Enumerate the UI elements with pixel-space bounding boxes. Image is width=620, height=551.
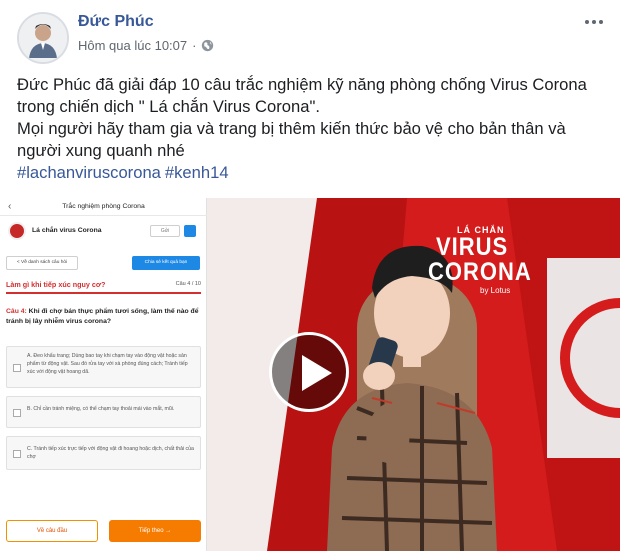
answer-option: A. Đeo khẩu trang; Dùng bao tay khi chạm…	[6, 346, 201, 388]
campaign-logo	[8, 222, 26, 240]
logo-sponsor-text: by Lotus	[480, 286, 511, 295]
post-timestamp[interactable]: Hôm qua lúc 10:07	[78, 38, 187, 53]
first-question-button: Về câu đầu	[6, 520, 98, 542]
hashtag-link[interactable]: #lachanviruscorona	[17, 163, 161, 182]
quiz-screenshot: ‹ Trắc nghiệm phòng Corona Lá chắn virus…	[0, 198, 207, 551]
more-dot	[585, 20, 589, 24]
question-body: Khi đi chợ bán thực phẩm tươi sống, làm …	[6, 308, 199, 325]
section-title: Làm gì khi tiếp xúc nguy cơ?	[6, 280, 106, 289]
post-media[interactable]: ‹ Trắc nghiệm phòng Corona Lá chắn virus…	[0, 198, 620, 551]
share-chip: Gửi	[150, 225, 180, 237]
quiz-section-header: Làm gì khi tiếp xúc nguy cơ? Câu 4 / 10	[6, 280, 201, 294]
quiz-footer: Về câu đầu Tiếp theo →	[6, 520, 201, 542]
author-avatar[interactable]	[17, 12, 69, 64]
quiz-campaign: Lá chắn virus Corona Gửi	[0, 219, 207, 245]
quiz-actions: < Về danh sách câu hỏi Chia sẻ kết quả b…	[0, 256, 207, 274]
answer-text: B. Chỉ cần tránh miệng, có thể chạm tay …	[27, 406, 175, 412]
answer-option: B. Chỉ cần tránh miệng, có thể chạm tay …	[6, 396, 201, 428]
quiz-title: Trắc nghiệm phòng Corona	[62, 203, 145, 210]
answer-checkbox	[13, 450, 21, 458]
campaign-name: Lá chắn virus Corona	[32, 227, 102, 234]
answer-checkbox	[13, 409, 21, 417]
avatar-image	[19, 14, 67, 62]
hashtag-link[interactable]: #kenh14	[165, 163, 229, 182]
play-icon[interactable]	[269, 332, 349, 412]
author-name[interactable]: Đức Phúc	[78, 13, 154, 31]
post-text-line: Đức Phúc đã giải đáp 10 câu trắc nghiệm …	[17, 75, 587, 116]
post-body: Đức Phúc đã giải đáp 10 câu trắc nghiệm …	[17, 74, 607, 184]
answer-text: A. Đeo khẩu trang; Dùng bao tay khi chạm…	[27, 353, 188, 375]
next-question-button: Tiếp theo →	[109, 520, 201, 542]
question-number: Câu 4:	[6, 308, 27, 315]
video-thumbnail[interactable]: LÁ CHẮN VIRUS CORONA by Lotus	[207, 198, 620, 551]
question-text: Câu 4: Khi đi chợ bán thực phẩm tươi sốn…	[6, 307, 201, 327]
question-counter: Câu 4 / 10	[175, 281, 201, 287]
more-options-icon[interactable]	[582, 16, 606, 28]
post-header: Đức Phúc Hôm qua lúc 10:07 ·	[0, 0, 620, 70]
logo-corona-text: CORONA	[428, 257, 532, 286]
hashtag-list: #lachanviruscorona #kenh14	[17, 162, 607, 184]
answer-option: C. Tránh tiếp xúc trực tiếp với động vật…	[6, 436, 201, 470]
separator-dot: ·	[192, 38, 197, 53]
globe-icon[interactable]	[201, 39, 214, 52]
quiz-topbar: ‹ Trắc nghiệm phòng Corona	[0, 198, 207, 216]
post-text-line: Mọi người hãy tham gia và trang bị thêm …	[17, 119, 566, 160]
answer-text: C. Tránh tiếp xúc trực tiếp với động vật…	[27, 446, 194, 460]
post-meta: Hôm qua lúc 10:07 ·	[78, 38, 214, 53]
question-list-button: < Về danh sách câu hỏi	[6, 256, 78, 270]
share-result-button: Chia sẻ kết quả bạn	[132, 256, 200, 270]
answer-checkbox	[13, 364, 21, 372]
more-dot	[599, 20, 603, 24]
more-dot	[592, 20, 596, 24]
facebook-icon	[184, 225, 196, 237]
